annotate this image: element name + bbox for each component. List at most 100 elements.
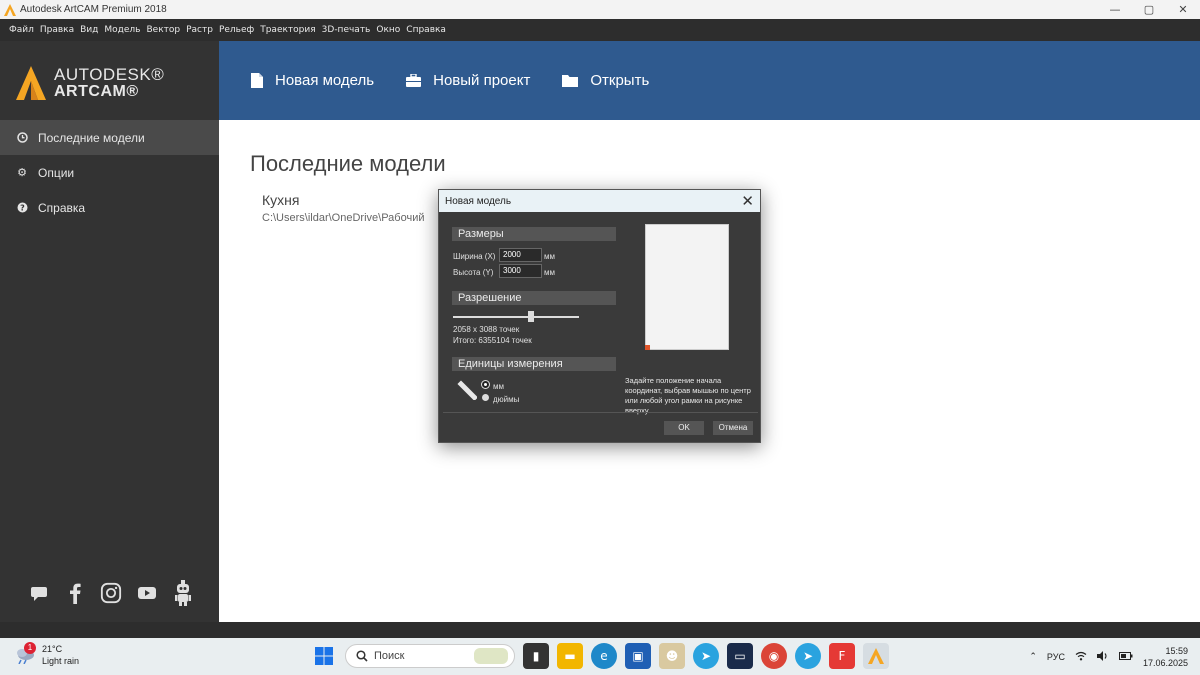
page-title: Последние модели xyxy=(250,151,446,176)
gear-icon: ⚙ xyxy=(17,166,27,179)
autodesk-artcam-logo: AUTODESK® ARTCAM® xyxy=(16,63,164,103)
resolution-points: 2058 x 3088 точек xyxy=(453,325,520,334)
close-icon[interactable]: ✕ xyxy=(741,192,754,210)
battery-icon[interactable] xyxy=(1118,651,1133,662)
new-model-label: Новая модель xyxy=(275,72,375,89)
menu-bitmap[interactable]: Растр xyxy=(186,25,213,35)
width-field[interactable]: 2000 xyxy=(499,248,542,262)
menu-relief[interactable]: Рельеф xyxy=(219,25,254,35)
menu-file[interactable]: Файл xyxy=(9,25,34,35)
window-titlebar: Autodesk ArtCAM Premium 2018 — ▢ ✕ xyxy=(0,0,1200,19)
app-flag-icon[interactable]: F xyxy=(829,643,855,669)
sidebar-item-help[interactable]: ? Справка xyxy=(0,190,219,225)
window-title: Autodesk ArtCAM Premium 2018 xyxy=(20,4,167,15)
restore-button[interactable]: ▢ xyxy=(1132,0,1166,19)
search-placeholder: Поиск xyxy=(374,650,405,662)
wifi-icon[interactable] xyxy=(1075,651,1087,663)
dialog-titlebar: Новая модель ✕ xyxy=(439,190,760,212)
origin-preview-frame[interactable] xyxy=(645,224,729,350)
store-icon[interactable]: ▣ xyxy=(625,643,651,669)
minimize-button[interactable]: — xyxy=(1098,0,1132,19)
dialog-separator xyxy=(443,412,758,413)
telegram-icon[interactable]: ➤ xyxy=(693,643,719,669)
task-view-icon[interactable]: ▮ xyxy=(523,643,549,669)
briefcase-icon xyxy=(406,74,422,87)
sidebar-item-label: Последние модели xyxy=(38,130,145,145)
volume-icon[interactable] xyxy=(1096,650,1109,663)
clock[interactable]: 15:59 17.06.2025 xyxy=(1143,645,1188,669)
social-links xyxy=(28,580,208,606)
resolution-slider-thumb[interactable] xyxy=(528,311,535,322)
menu-edit[interactable]: Правка xyxy=(40,25,74,35)
resolution-total: Итого: 6355104 точек xyxy=(453,336,532,345)
sidebar-nav: Последние модели ⚙ Опции ? Справка xyxy=(0,120,219,225)
cancel-button[interactable]: Отмена xyxy=(713,421,753,435)
chevron-up-icon[interactable]: ⌃ xyxy=(1029,651,1037,662)
sidebar: AUTODESK® ARTCAM® Последние модели ⚙ Опц… xyxy=(0,41,219,622)
weather-widget[interactable]: 1 21°C Light rain xyxy=(14,642,79,667)
artcam-taskbar-icon[interactable] xyxy=(863,643,889,669)
sidebar-item-label: Опции xyxy=(38,165,75,180)
edge-browser-icon[interactable]: e xyxy=(591,643,617,669)
menu-window[interactable]: Окно xyxy=(376,25,400,35)
new-model-dialog: Новая модель ✕ Размеры Ширина (X) 2000 м… xyxy=(438,189,761,443)
new-model-button[interactable]: Новая модель xyxy=(251,72,374,89)
taskbar-apps: Поиск ▮ ▬ e ▣ ☻ ➤ ▭ ◉ ➤ F xyxy=(311,643,897,669)
telegram-alt-icon[interactable]: ➤ xyxy=(795,643,821,669)
close-window-button[interactable]: ✕ xyxy=(1166,0,1200,19)
app-character-icon[interactable]: ☻ xyxy=(659,643,685,669)
chat-icon[interactable] xyxy=(28,581,50,605)
ok-button[interactable]: OK xyxy=(664,421,704,435)
chrome-icon[interactable]: ◉ xyxy=(761,643,787,669)
new-project-button[interactable]: Новый проект xyxy=(406,72,530,89)
menu-view[interactable]: Вид xyxy=(80,25,98,35)
new-project-label: Новый проект xyxy=(433,72,531,89)
help-icon: ? xyxy=(16,202,28,214)
start-header: Новая модель Новый проект Открыть xyxy=(219,41,1200,120)
menu-toolpath[interactable]: Траектория xyxy=(260,25,315,35)
robot-icon[interactable] xyxy=(172,580,194,606)
ruler-icon xyxy=(457,380,477,400)
taskbar-search[interactable]: Поиск xyxy=(345,644,515,668)
svg-text:?: ? xyxy=(20,204,25,213)
clock-icon xyxy=(16,132,28,144)
artcam-app-icon xyxy=(4,3,16,16)
recent-model-path[interactable]: C:\Users\ildar\OneDrive\Рабочий xyxy=(262,212,438,224)
folder-icon xyxy=(562,75,579,87)
open-label: Открыть xyxy=(590,72,650,89)
system-tray: ⌃ РУС 15:59 17.06.2025 xyxy=(1029,638,1200,675)
unit-mm-label: мм xyxy=(493,382,504,391)
windows-start-icon[interactable] xyxy=(311,643,337,669)
clock-date: 17.06.2025 xyxy=(1142,657,1188,668)
file-icon xyxy=(251,73,263,88)
resolution-slider-track[interactable] xyxy=(453,316,579,318)
height-field[interactable]: 3000 xyxy=(499,264,542,278)
search-icon xyxy=(356,650,368,662)
notification-badge: 1 xyxy=(24,642,36,654)
unit-inch-label: дюймы xyxy=(493,395,520,404)
youtube-icon[interactable] xyxy=(136,581,158,605)
instagram-icon[interactable] xyxy=(100,581,122,605)
resolution-section-header: Разрешение xyxy=(452,291,616,305)
menu-help[interactable]: Справка xyxy=(406,25,446,35)
menu-vector[interactable]: Вектор xyxy=(146,25,180,35)
brand-artcam: ARTCAM® xyxy=(54,83,139,100)
file-explorer-icon[interactable]: ▬ xyxy=(557,643,583,669)
facebook-icon[interactable] xyxy=(64,581,86,605)
sidebar-item-options[interactable]: ⚙ Опции xyxy=(0,155,219,190)
language-indicator[interactable]: РУС xyxy=(1047,652,1065,662)
remote-desktop-icon[interactable]: ▭ xyxy=(727,643,753,669)
sidebar-item-recent-models[interactable]: Последние модели xyxy=(0,120,219,155)
open-button[interactable]: Открыть xyxy=(562,72,649,89)
height-label: Высота (Y) xyxy=(453,268,494,277)
clock-time: 15:59 xyxy=(1165,645,1188,656)
artcam-logo-icon xyxy=(16,66,46,100)
menu-3d-print[interactable]: 3D-печать xyxy=(322,25,371,35)
status-strip xyxy=(0,622,1200,638)
recent-model-name[interactable]: Кухня xyxy=(262,192,299,208)
unit-mm-radio[interactable] xyxy=(482,381,489,388)
menu-bar: Файл Правка Вид Модель Вектор Растр Рель… xyxy=(0,19,1200,41)
unit-inch-radio[interactable] xyxy=(482,394,489,401)
menu-model[interactable]: Модель xyxy=(104,25,140,35)
width-label: Ширина (X) xyxy=(453,252,496,261)
